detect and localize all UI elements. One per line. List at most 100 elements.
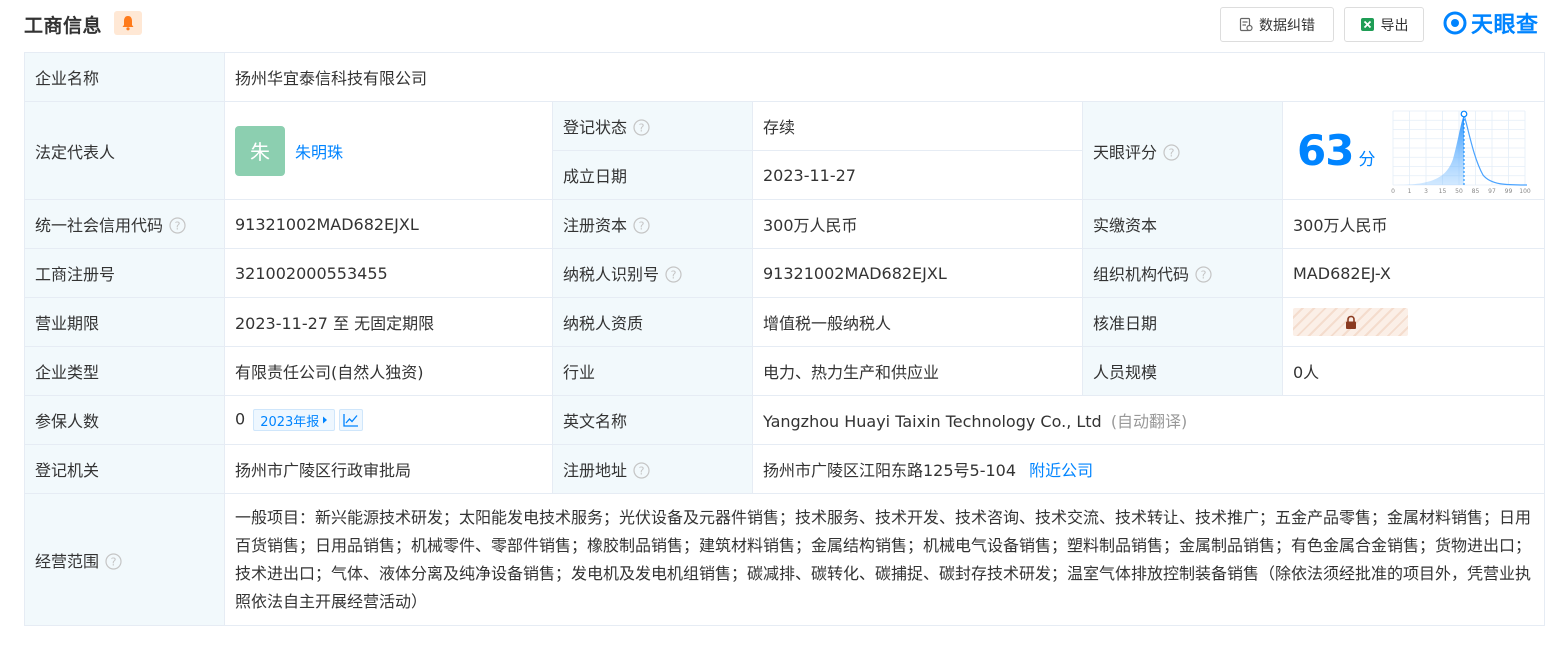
data-correction-label: 数据纠错 (1259, 17, 1315, 34)
section-title: 工商信息 (24, 15, 103, 37)
legal-rep-label: 法定代表人 (24, 101, 225, 200)
help-icon[interactable]: ? (665, 266, 682, 283)
table-row: 经营范围? 一般项目：新兴能源技术研发；太阳能发电技术服务；光伏设备及元器件销售… (24, 493, 1546, 626)
paid-capital-value: 300万人民币 (1281, 199, 1546, 249)
biz-reg-no-value: 321002000553455 (224, 248, 553, 298)
line-chart-icon (343, 414, 359, 427)
svg-text:?: ? (639, 465, 645, 478)
insured-cell: 0 2023年报 (224, 395, 553, 445)
authority-label: 登记机关 (24, 444, 225, 494)
english-name-label: 英文名称 (552, 395, 753, 445)
reg-capital-label: 注册资本 (563, 216, 628, 235)
taxpayer-id-label: 纳税人识别号 (563, 265, 660, 284)
company-name-label: 企业名称 (24, 52, 225, 102)
address-label-cell: 注册地址? (552, 444, 753, 494)
address-label: 注册地址 (563, 461, 628, 480)
scope-value: 一般项目：新兴能源技术研发；太阳能发电技术服务；光伏设备及元器件销售；技术服务、… (223, 493, 1546, 626)
paid-capital-label: 实缴资本 (1082, 199, 1283, 249)
status-value: 存续 (752, 101, 1083, 151)
taxpayer-id-value: 91321002MAD682EJXL (752, 248, 1083, 298)
founded-label: 成立日期 (552, 150, 753, 200)
term-value: 2023-11-27 至 无固定期限 (224, 297, 553, 347)
org-code-label-cell: 组织机构代码? (1082, 248, 1283, 298)
help-icon[interactable]: ? (1163, 143, 1180, 161)
english-name-cell: Yangzhou Huayi Taixin Technology Co., Lt… (751, 395, 1546, 445)
taxpayer-id-label-cell: 纳税人识别号? (552, 248, 753, 298)
company-name-value: 扬州华宜泰信科技有限公司 (223, 52, 1546, 102)
table-row: 营业期限 2023-11-27 至 无固定期限 纳税人资质 增值税一般纳税人 核… (24, 297, 1546, 347)
credit-code-label: 统一社会信用代码 (35, 216, 164, 235)
chart-tick-label: 0 (1392, 188, 1396, 195)
auto-translate-note: (自动翻译) (1110, 412, 1188, 431)
score-unit: 分 (1358, 150, 1376, 170)
section-header: 工商信息 数据纠错 导出 天眼查 (0, 0, 1562, 48)
svg-text:?: ? (639, 220, 645, 233)
help-icon[interactable]: ? (1195, 266, 1212, 283)
chart-tick-label: 100 (1520, 188, 1532, 195)
chart-tick-label: 99 (1505, 188, 1513, 195)
founded-value: 2023-11-27 (752, 150, 1083, 200)
svg-text:?: ? (175, 220, 181, 233)
help-icon[interactable]: ? (633, 462, 650, 479)
help-icon[interactable]: ? (105, 552, 122, 570)
org-code-value: MAD682EJ-X (1281, 248, 1546, 298)
industry-value: 电力、热力生产和供应业 (752, 346, 1083, 396)
tax-qual-value: 增值税一般纳税人 (752, 297, 1083, 347)
english-name-value: Yangzhou Huayi Taixin Technology Co., Lt… (763, 412, 1102, 431)
insured-label: 参保人数 (24, 395, 225, 445)
address-cell: 扬州市广陵区江阳东路125号5-104 附近公司 (751, 444, 1546, 494)
score-distribution-chart: 0 1 3 15 50 85 97 99 100 (1392, 110, 1532, 195)
staff-value: 0人 (1281, 346, 1546, 396)
score-curve-tail (1463, 114, 1528, 186)
help-icon[interactable]: ? (633, 119, 650, 136)
scope-label-cell: 经营范围? (24, 493, 225, 626)
approval-date-label: 核准日期 (1082, 297, 1283, 347)
help-icon[interactable]: ? (633, 217, 650, 234)
svg-text:?: ? (639, 122, 645, 135)
type-value: 有限责任公司(自然人独资) (224, 346, 553, 396)
type-label: 企业类型 (24, 346, 225, 396)
authority-value: 扬州市广陵区行政审批局 (224, 444, 553, 494)
table-row: 登记机关 扬州市广陵区行政审批局 注册地址? 扬州市广陵区江阳东路125号5-1… (24, 444, 1546, 494)
table-row: 参保人数 0 2023年报 英文名称 Yangzhou Huayi Taixin … (24, 395, 1546, 445)
svg-text:?: ? (671, 269, 677, 282)
table-row: 企业名称 扬州华宜泰信科技有限公司 (24, 52, 1546, 102)
export-button[interactable]: 导出 (1344, 7, 1424, 42)
business-info-table: 企业名称 扬州华宜泰信科技有限公司 法定代表人 朱朱明珠 登记状态? 存续 天眼… (24, 52, 1546, 626)
status-label: 登记状态 (563, 118, 628, 137)
reg-capital-value: 300万人民币 (752, 199, 1083, 249)
table-row: 工商注册号 321002000553455 纳税人识别号? 91321002MA… (24, 248, 1546, 298)
caret-right-icon (323, 416, 328, 424)
industry-label: 行业 (552, 346, 753, 396)
chart-tick-label: 3 (1425, 188, 1429, 195)
status-label-cell: 登记状态? (552, 101, 753, 151)
locked-value[interactable] (1293, 308, 1408, 336)
annual-report-year: 2023年报 (260, 414, 320, 430)
help-icon[interactable]: ? (169, 217, 186, 234)
table-row: 统一社会信用代码? 91321002MAD682EJXL 注册资本? 300万人… (24, 199, 1546, 249)
score-area-fill (1393, 114, 1465, 185)
chart-tick-label: 1 (1408, 188, 1412, 195)
term-label: 营业期限 (24, 297, 225, 347)
score-marker-dot (1461, 110, 1468, 117)
org-code-label: 组织机构代码 (1093, 265, 1190, 284)
biz-reg-no-label: 工商注册号 (24, 248, 225, 298)
legal-rep-name-link[interactable]: 朱明珠 (295, 143, 343, 162)
bell-icon[interactable] (114, 11, 142, 35)
scope-label: 经营范围 (35, 551, 100, 571)
svg-text:?: ? (1201, 269, 1207, 282)
chart-tick-label: 85 (1472, 188, 1480, 195)
table-row: 企业类型 有限责任公司(自然人独资) 行业 电力、热力生产和供应业 人员规模 0… (24, 346, 1546, 396)
insured-value: 0 (235, 409, 246, 429)
data-correction-button[interactable]: 数据纠错 (1220, 7, 1334, 42)
trend-chart-button[interactable] (339, 409, 364, 431)
score-cell[interactable]: 63 分 0 1 3 15 50 85 97 99 100 (1281, 101, 1546, 200)
approval-date-cell (1281, 297, 1546, 347)
legal-rep-cell: 朱朱明珠 (224, 101, 553, 200)
tianyancha-logo[interactable]: 天眼查 (1443, 8, 1539, 38)
avatar[interactable]: 朱 (235, 125, 285, 176)
nearby-companies-link[interactable]: 附近公司 (1029, 461, 1093, 480)
credit-code-value: 91321002MAD682EJXL (224, 199, 553, 249)
annual-report-tag[interactable]: 2023年报 (253, 409, 336, 431)
chart-tick-label: 97 (1489, 188, 1497, 195)
